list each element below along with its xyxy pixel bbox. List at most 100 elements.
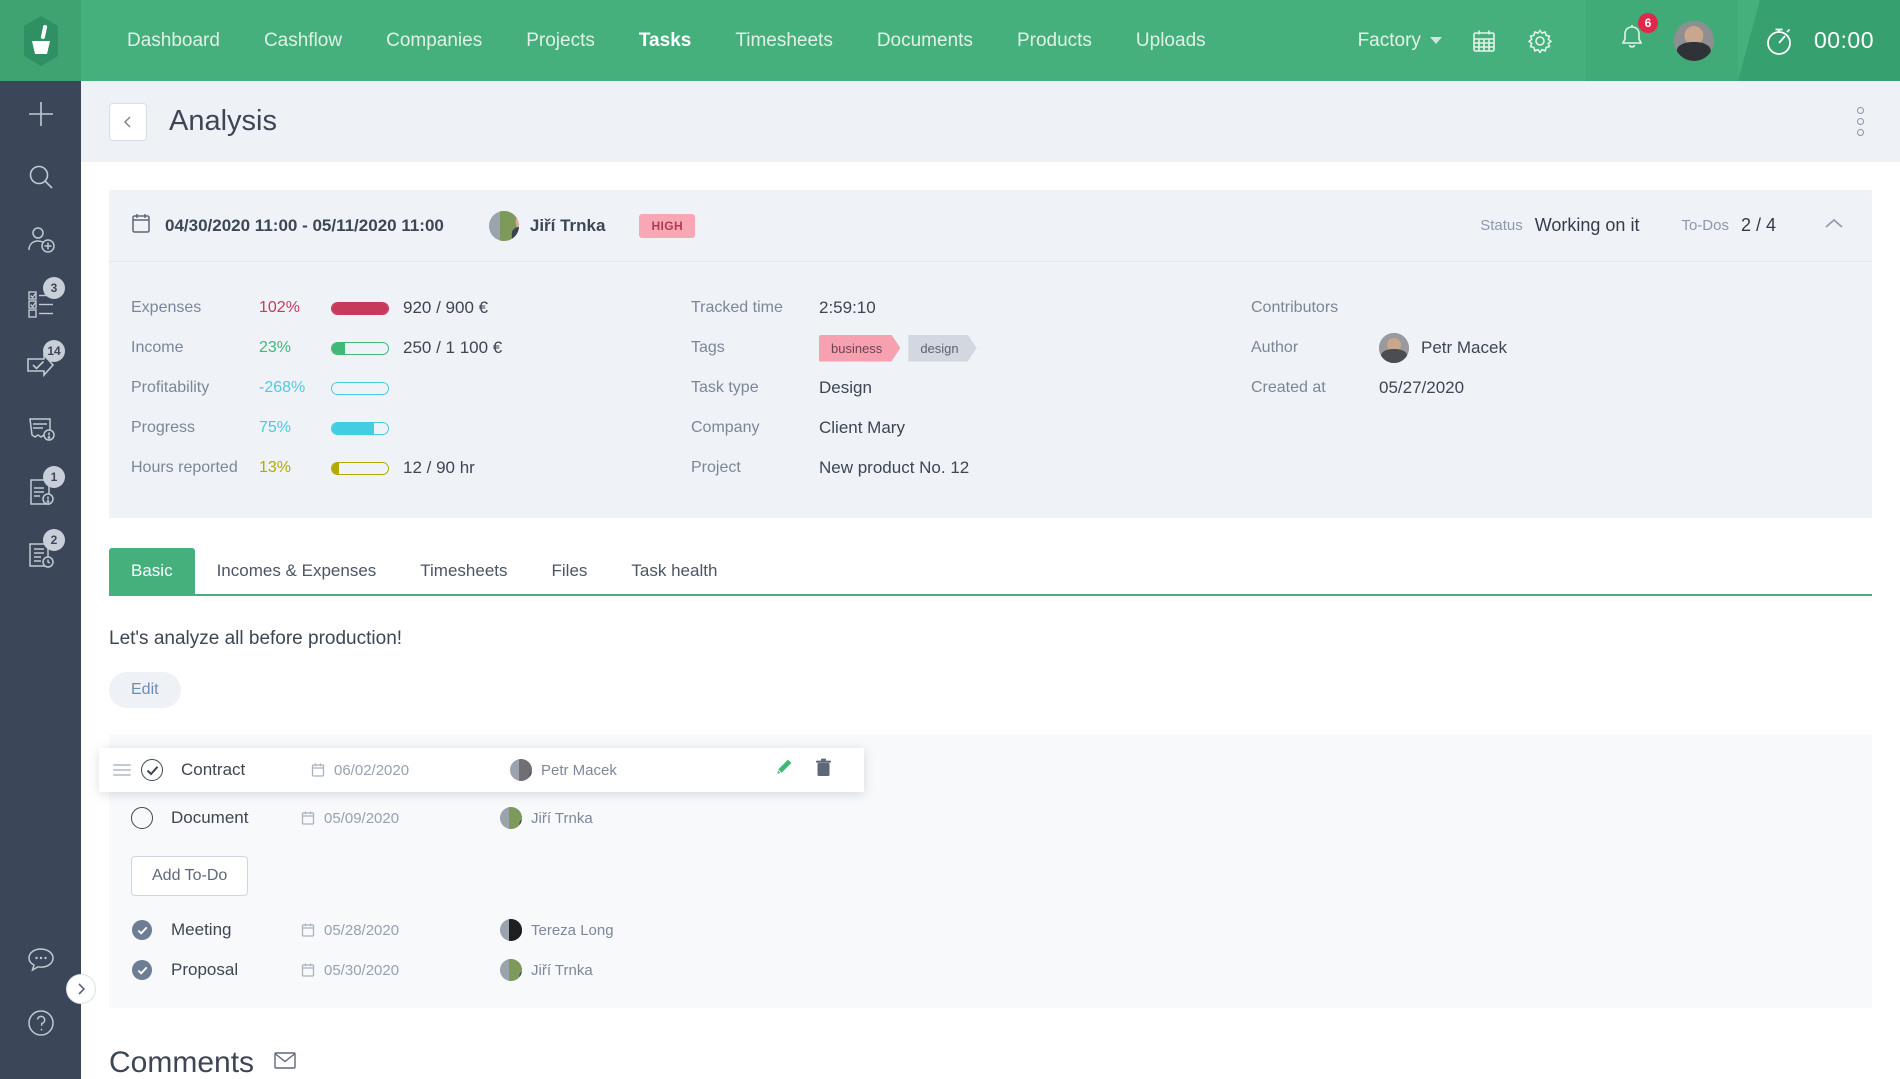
tab-incomes-expenses[interactable]: Incomes & Expenses: [195, 548, 399, 594]
add-todo-button[interactable]: Add To-Do: [131, 856, 248, 896]
tag-design[interactable]: design: [908, 335, 976, 362]
sidebar-item-approvals[interactable]: 14: [0, 336, 81, 396]
sidebar-item-add[interactable]: [0, 84, 81, 144]
detail-value[interactable]: Client Mary: [819, 418, 905, 438]
nav-item-timesheets[interactable]: Timesheets: [713, 0, 855, 81]
avatar[interactable]: [1674, 21, 1714, 61]
avatar: [510, 759, 532, 781]
task-description: Let's analyze all before production!: [109, 628, 1872, 650]
todo-name: Meeting: [171, 920, 301, 940]
meta-column: Contributors Author Petr Macek: [1251, 288, 1850, 488]
todo-assignee-name: Tereza Long: [531, 922, 614, 939]
todo-item-meeting[interactable]: Meeting 05/28/2020: [109, 910, 1872, 950]
todo-date-value: 05/09/2020: [324, 810, 399, 827]
detail-label: Tags: [691, 339, 819, 357]
todo-date-value: 05/28/2020: [324, 922, 399, 939]
todo-checkbox[interactable]: [131, 807, 153, 829]
todo-assignee-name: Petr Macek: [541, 762, 617, 779]
status-value[interactable]: Working on it: [1535, 215, 1640, 236]
sidebar-item-help[interactable]: [0, 993, 81, 1053]
gear-icon[interactable]: [1512, 27, 1568, 55]
task-tabs: Basic Incomes & Expenses Timesheets File…: [109, 548, 1872, 596]
todo-assignee: Petr Macek: [501, 759, 617, 781]
todo-assignee: Tereza Long: [491, 919, 614, 941]
edit-button[interactable]: Edit: [109, 672, 181, 708]
nav-item-cashflow[interactable]: Cashflow: [242, 0, 364, 81]
detail-row-company: Company Client Mary: [691, 408, 1251, 448]
pencil-icon[interactable]: [774, 758, 793, 782]
tab-timesheets[interactable]: Timesheets: [398, 548, 529, 594]
notifications-button[interactable]: 6: [1604, 23, 1660, 58]
detail-label: Company: [691, 419, 819, 437]
drag-handle-icon[interactable]: [113, 764, 131, 776]
nav-item-companies[interactable]: Companies: [364, 0, 504, 81]
sidebar-item-documents-alert[interactable]: 1: [0, 462, 81, 522]
detail-row-tags: Tags business design: [691, 328, 1251, 368]
sidebar-item-add-user[interactable]: [0, 210, 81, 270]
comments-title: Comments: [109, 1046, 254, 1079]
sidebar-item-pending[interactable]: 2: [0, 525, 81, 585]
todo-date: 06/02/2020: [311, 762, 501, 779]
todo-date-value: 06/02/2020: [334, 762, 409, 779]
sidebar-collapse-toggle[interactable]: [66, 974, 96, 1004]
nav-item-tasks[interactable]: Tasks: [617, 0, 713, 81]
metric-bar: [331, 382, 389, 395]
tag-business[interactable]: business: [819, 335, 900, 362]
app-logo[interactable]: [0, 0, 81, 81]
metric-value: 250 / 1 100 €: [403, 338, 502, 358]
meta-label: Author: [1251, 339, 1379, 357]
task-detail-body: Expenses 102% 920 / 900 € Income 23% 250…: [109, 262, 1872, 518]
todo-checkbox[interactable]: [141, 759, 163, 781]
sidebar-item-invoices[interactable]: [0, 399, 81, 459]
nav-item-documents[interactable]: Documents: [855, 0, 995, 81]
nav-item-projects[interactable]: Projects: [504, 0, 617, 81]
calendar-icon[interactable]: [1456, 27, 1512, 55]
todo-assignee: Jiří Trnka: [491, 807, 593, 829]
task-assignee[interactable]: Jiří Trnka: [478, 211, 606, 241]
nav-item-uploads[interactable]: Uploads: [1114, 0, 1228, 81]
back-button[interactable]: [109, 103, 147, 141]
chevron-up-icon[interactable]: [1818, 211, 1850, 241]
sidebar-item-checklist[interactable]: 3: [0, 273, 81, 333]
trash-icon[interactable]: [815, 758, 832, 782]
task-assignee-name: Jiří Trnka: [530, 216, 606, 236]
task-summary-card: 04/30/2020 11:00 - 05/11/2020 11:00 Jiří…: [109, 190, 1872, 518]
meta-row-author: Author Petr Macek: [1251, 328, 1850, 368]
meta-label: Created at: [1251, 379, 1379, 397]
metric-row-expenses: Expenses 102% 920 / 900 €: [131, 288, 691, 328]
meta-row-contributors: Contributors: [1251, 288, 1850, 328]
tab-files[interactable]: Files: [530, 548, 610, 594]
kebab-menu-icon[interactable]: [1849, 99, 1872, 144]
nav-item-dashboard[interactable]: Dashboard: [105, 0, 242, 81]
page-title: Analysis: [169, 105, 277, 138]
todos-value: 2 / 4: [1741, 215, 1776, 236]
todo-date: 05/28/2020: [301, 922, 491, 939]
detail-value: 2:59:10: [819, 298, 876, 318]
tab-basic[interactable]: Basic: [109, 548, 195, 594]
meta-row-created: Created at 05/27/2020: [1251, 368, 1850, 408]
sidebar-badge-approvals: 14: [43, 340, 65, 362]
todo-checkbox-done[interactable]: [132, 960, 152, 980]
envelope-icon[interactable]: [274, 1052, 296, 1074]
workspace-label: Factory: [1358, 30, 1421, 52]
metric-bar: [331, 462, 389, 475]
sidebar-item-search[interactable]: [0, 147, 81, 207]
workspace-selector[interactable]: Factory: [1344, 30, 1456, 52]
nav-item-products[interactable]: Products: [995, 0, 1114, 81]
avatar: [489, 211, 519, 241]
timer-widget[interactable]: 00:00: [1738, 0, 1900, 81]
todo-date: 05/09/2020: [301, 810, 491, 827]
metric-bar: [331, 422, 389, 435]
todo-checkbox-done[interactable]: [132, 920, 152, 940]
meta-value: Petr Macek: [1421, 338, 1507, 358]
detail-value[interactable]: New product No. 12: [819, 458, 969, 478]
todo-item-proposal[interactable]: Proposal 05/30/2020: [109, 950, 1872, 990]
chevron-down-icon: [1430, 37, 1442, 44]
detail-label: Tracked time: [691, 299, 819, 317]
todo-item-document[interactable]: Document 05/09/2020: [109, 798, 1872, 838]
tab-task-health[interactable]: Task health: [609, 548, 739, 594]
todo-item-contract[interactable]: Contract 06/02/2020: [99, 748, 864, 792]
metric-label: Progress: [131, 419, 259, 437]
left-sidebar: 3 14 1 2: [0, 81, 81, 1079]
metric-percent: 102%: [259, 299, 331, 317]
